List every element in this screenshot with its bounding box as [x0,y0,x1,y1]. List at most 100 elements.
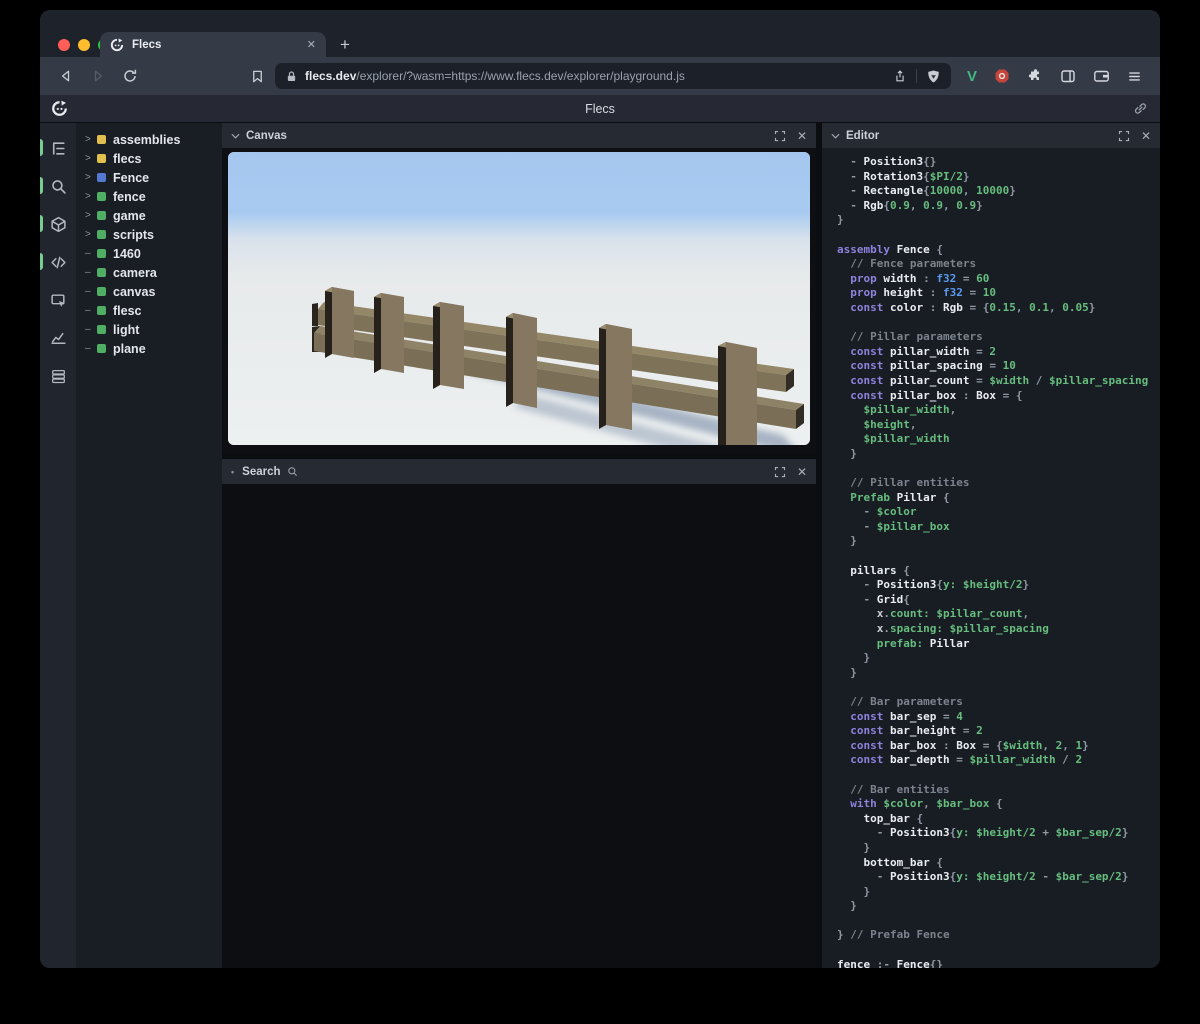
entity-kind-square [97,154,106,163]
expand-arrow-icon[interactable]: > [85,172,97,183]
rail-inspector-icon[interactable] [40,281,76,319]
expand-arrow-icon[interactable]: > [85,191,97,202]
browser-window: Flecs ✕ + flecs.dev /explorer/?wasm=http… [40,10,1160,968]
tree-item[interactable]: > game [76,206,222,225]
code-line: with $color, $bar_box { [837,797,1160,812]
expand-arrow-icon[interactable]: > [85,229,97,240]
entity-tree: >assemblies>flecs>Fence>fence>game>scrip… [76,123,222,968]
entity-kind-square [97,249,106,258]
expand-arrow-icon[interactable]: > [85,210,97,221]
tree-item-label: scripts [113,228,154,242]
close-panel-icon[interactable]: ✕ [1141,129,1151,143]
address-bar[interactable]: flecs.dev /explorer/?wasm=https://www.fl… [275,63,951,89]
code-line: $height, [837,418,1160,433]
menu-icon[interactable] [1127,69,1142,84]
tab-strip: Flecs ✕ + [40,10,1160,57]
code-line: $pillar_width [837,432,1160,447]
wallet-icon[interactable] [1093,68,1110,84]
tree-item[interactable]: > fence [76,187,222,206]
close-panel-icon[interactable]: ✕ [797,129,807,143]
new-tab-button[interactable]: + [340,32,350,57]
tree-item[interactable]: >assemblies [76,130,222,149]
search-panel: • Search ✕ [222,459,816,968]
code-line: - Position3{} [837,155,1160,170]
extensions-puzzle-icon[interactable] [1027,68,1043,84]
expand-arrow-icon[interactable]: > [85,153,97,164]
tree-item[interactable]: –plane [76,339,222,358]
code-line: const bar_sep = 4 [837,710,1160,725]
tab-close-icon[interactable]: ✕ [307,38,316,51]
code-line: const pillar_width = 2 [837,345,1160,360]
chevron-down-icon[interactable] [831,133,840,139]
flecs-favicon [110,38,124,52]
browser-toolbar: flecs.dev /explorer/?wasm=https://www.fl… [40,57,1160,95]
rail-search-icon[interactable] [40,167,76,205]
tree-item-label: fence [113,190,146,204]
code-line: const pillar_spacing = 10 [837,359,1160,374]
close-panel-icon[interactable]: ✕ [797,465,807,479]
screen: { "browser": { "tab": {"title": "Flecs"}… [0,0,1200,1024]
entity-kind-square [97,135,106,144]
rail-entity-tree-icon[interactable] [40,129,76,167]
close-window-button[interactable] [58,39,70,51]
canvas-panel: Canvas ✕ [222,123,816,453]
code-line [837,228,1160,243]
entity-kind-square [97,325,106,334]
minimize-window-button[interactable] [78,39,90,51]
code-line [837,316,1160,331]
tree-item[interactable]: –canvas [76,282,222,301]
scene-canvas[interactable] [228,152,810,445]
red-hex-extension-icon[interactable] [994,68,1010,84]
tree-item[interactable]: –camera [76,263,222,282]
rail-scene-cube-icon[interactable] [40,205,76,243]
divider [916,69,917,83]
app-body: >assemblies>flecs>Fence>fence>game>scrip… [40,123,1160,968]
bookmark-icon[interactable] [250,69,265,84]
editor-code[interactable]: - Position3{} - Rotation3{$PI/2} - Recta… [822,148,1160,968]
fullscreen-icon[interactable] [774,466,786,478]
sidebar-toggle-icon[interactable] [1060,68,1076,84]
rail-stats-icon[interactable] [40,319,76,357]
code-line: } [837,841,1160,856]
code-line: const bar_depth = $pillar_width / 2 [837,753,1160,768]
tree-item-label: plane [113,342,146,356]
entity-kind-square [97,192,106,201]
entity-kind-square [97,344,106,353]
expand-arrow-icon[interactable]: > [85,134,97,145]
leaf-dash-icon: – [85,305,97,316]
entity-kind-square [97,211,106,220]
code-line: const bar_box : Box = {$width, 2, 1} [837,739,1160,754]
reload-button[interactable] [118,64,142,88]
code-line: - Rotation3{$PI/2} [837,170,1160,185]
code-line: top_bar { [837,812,1160,827]
tree-item[interactable]: –light [76,320,222,339]
tree-item[interactable]: –flesc [76,301,222,320]
rail-data-tables-icon[interactable] [40,357,76,395]
search-panel-title: Search [242,466,280,478]
tree-item[interactable]: > scripts [76,225,222,244]
back-button[interactable] [54,64,78,88]
code-line: - Position3{y: $height/2 + $bar_sep/2} [837,826,1160,841]
entity-kind-square [97,230,106,239]
tree-item[interactable]: >Fence [76,168,222,187]
extension-icons: V [967,68,1142,85]
rail-code-icon[interactable] [40,243,76,281]
tree-item[interactable]: >flecs [76,149,222,168]
tree-item-label: game [113,209,146,223]
vue-devtools-icon[interactable]: V [967,68,977,85]
forward-button[interactable] [86,64,110,88]
code-line: const pillar_count = $width / $pillar_sp… [837,374,1160,389]
code-line: // Fence parameters [837,257,1160,272]
share-link-icon[interactable] [1133,101,1148,116]
fullscreen-icon[interactable] [1118,130,1130,142]
tree-item[interactable]: –1460 [76,244,222,263]
brave-shield-icon[interactable] [926,69,941,84]
fullscreen-icon[interactable] [774,130,786,142]
share-icon[interactable] [893,69,907,83]
collapse-dot-icon[interactable]: • [231,467,234,477]
editor-panel: Editor ✕ - Position3{} - Rotation3{$PI/2… [822,123,1160,968]
code-line: } // Prefab Fence [837,928,1160,943]
url-domain: flecs.dev [305,69,356,83]
browser-tab[interactable]: Flecs ✕ [100,32,326,57]
chevron-down-icon[interactable] [231,133,240,139]
